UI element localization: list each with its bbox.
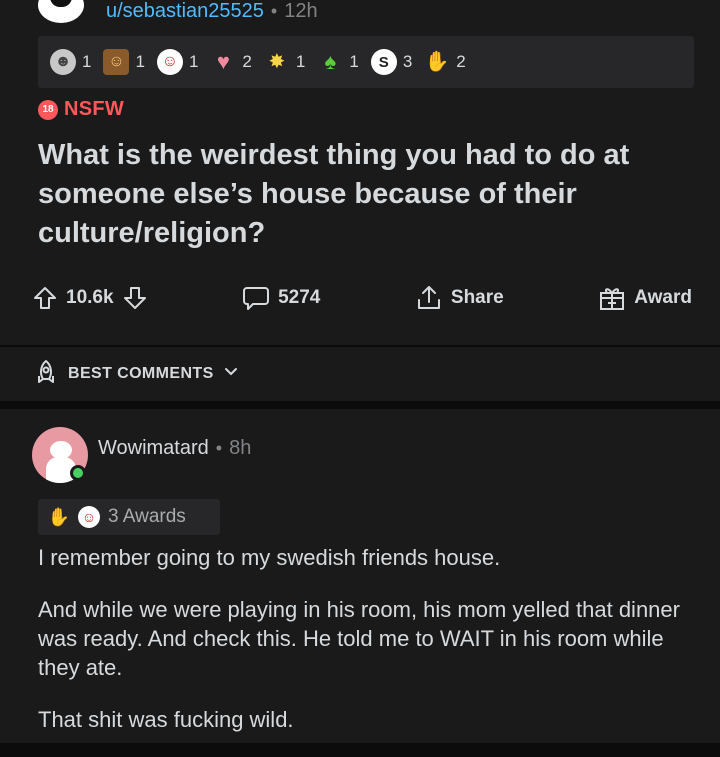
comment-age: 8h — [229, 437, 252, 459]
share-label: Share — [450, 287, 504, 308]
hands-award-icon: ✋ — [424, 51, 450, 73]
comments-count: 5274 — [278, 287, 321, 308]
award-item: ☺ 1 — [103, 49, 145, 75]
subreddit-avatar[interactable] — [38, 0, 84, 23]
nsfw-label: NSFW — [64, 98, 125, 120]
award-item: ☻ 1 — [50, 49, 91, 75]
comment-bubble-icon — [242, 285, 270, 311]
upvote-arrow-icon[interactable] — [32, 285, 58, 311]
award-item: ♠ 1 — [317, 49, 359, 75]
vote-count: 10.6k — [66, 287, 114, 308]
wholesome-award-icon: ☺ — [103, 49, 130, 75]
comment-paragraph: And while we were playing in his room, h… — [38, 597, 680, 680]
vote-group: 10.6k — [32, 285, 148, 311]
rocket-icon — [32, 358, 60, 391]
award-button[interactable]: Award — [598, 284, 692, 312]
nsfw-badge: 18 — [38, 99, 58, 120]
comment-awards-badge[interactable]: ✋ ☺ 3 Awards — [38, 499, 220, 535]
comment-awards-label: 3 Awards — [108, 506, 186, 527]
comment-body: I remember going to my swedish friends h… — [38, 543, 698, 757]
post-actions-bar: 10.6k 5274 Share Award — [32, 278, 692, 318]
hands-award-icon: ✋ — [47, 507, 71, 527]
share-button[interactable]: Share — [415, 284, 504, 312]
post-awards-bar[interactable]: ☻ 1 ☺ 1 ☺ 1 ♥ 2 ✸ 1 ♠ 1 S3 ✋ 2 — [38, 36, 694, 88]
party-award-icon: ✸ — [268, 51, 286, 73]
post-card: u/sebastian25525 • 12h ☻ 1 ☺ 1 ☺ 1 ♥ 2 ✸ 1 ♠ 1… — [0, 0, 720, 345]
comment-meta: Wowimatard • 8h — [98, 437, 251, 460]
award-item: S3 — [370, 49, 412, 75]
comment-author-link[interactable]: Wowimatard — [98, 437, 209, 460]
nsfw-tag: 18 NSFW — [38, 98, 124, 121]
comment-card: Wowimatard • 8h ✋ ☺ 3 Awards I remember … — [0, 409, 720, 743]
gift-icon — [598, 284, 626, 312]
comment-paragraph: That shit was fucking wild. — [38, 707, 294, 732]
comment-paragraph: I remember going to my swedish friends h… — [38, 545, 501, 570]
separator-dot: • — [270, 0, 278, 21]
chevron-down-icon — [222, 363, 240, 386]
award-item: ✸ 1 — [264, 49, 305, 75]
post-author-link[interactable]: u/sebastian25525 — [106, 0, 264, 23]
award-label: Award — [634, 287, 692, 308]
green-award-icon: ♠ — [324, 49, 337, 74]
share-icon — [415, 284, 443, 312]
online-status-dot — [70, 465, 86, 481]
downvote-arrow-icon[interactable] — [122, 285, 148, 311]
s-award-icon: S — [370, 49, 397, 75]
comments-button[interactable]: 5274 — [242, 285, 320, 311]
heart-award-icon: ♥ — [216, 49, 230, 74]
award-item: ✋ 2 — [424, 51, 466, 73]
silver-award-icon: ☻ — [50, 49, 76, 75]
section-divider — [0, 401, 720, 409]
award-item: ♥ 2 — [210, 49, 252, 75]
helpful-award-icon: ☺ — [78, 506, 100, 528]
post-age: 12h — [284, 0, 318, 22]
sort-comments-dropdown[interactable]: BEST COMMENTS — [0, 345, 720, 401]
award-item: ☺ 1 — [156, 49, 198, 75]
post-title[interactable]: What is the weirdest thing you had to do… — [38, 136, 688, 253]
sort-label: BEST COMMENTS — [68, 365, 214, 382]
post-header: u/sebastian25525 • 12h — [38, 0, 318, 28]
helpful-award-icon: ☺ — [156, 49, 183, 75]
separator-dot: • — [215, 438, 223, 458]
